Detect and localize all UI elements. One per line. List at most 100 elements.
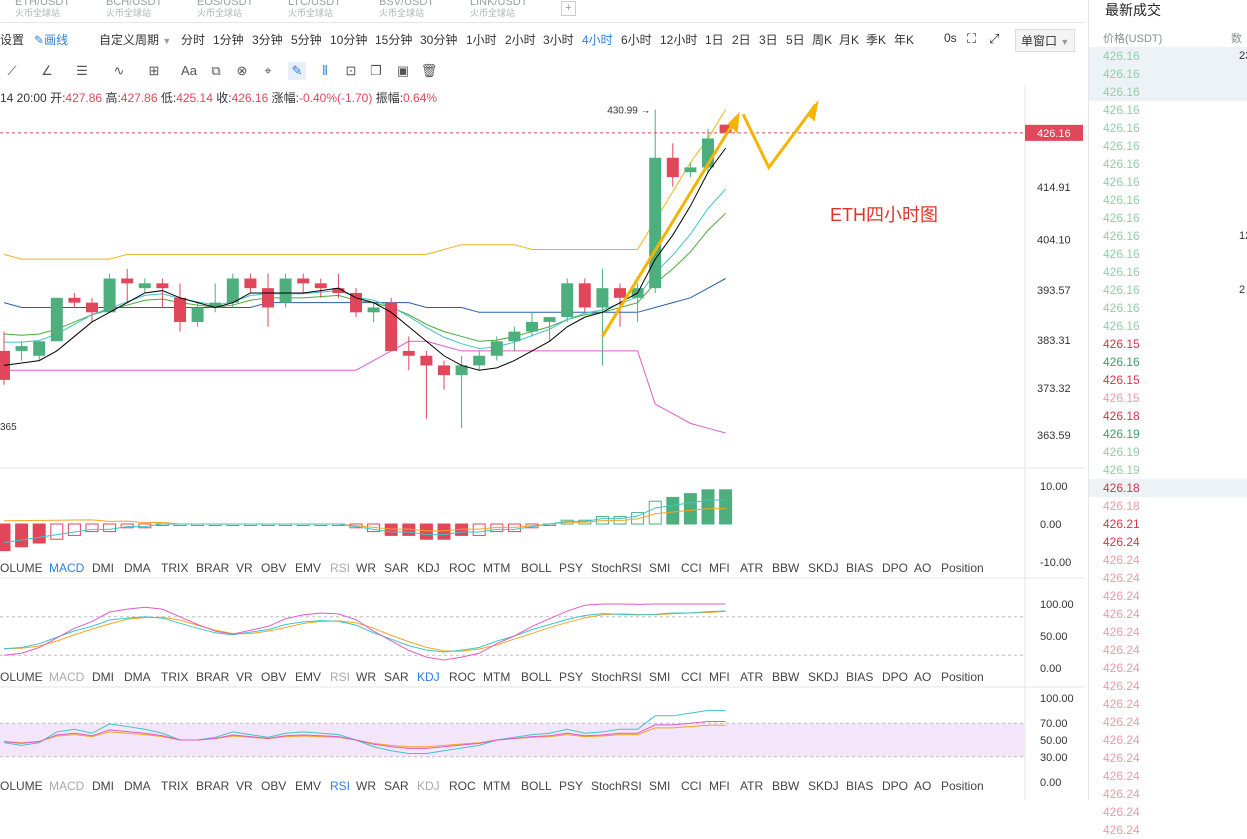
- indicator-tab-roc[interactable]: ROC: [449, 561, 476, 575]
- indicator-tab-bias[interactable]: BIAS: [846, 561, 873, 575]
- indicator-tab-olume[interactable]: OLUME: [0, 561, 43, 575]
- indicator-tab-stochrsi[interactable]: StochRSI: [591, 779, 642, 793]
- indicator-tab-skdj[interactable]: SKDJ: [808, 779, 839, 793]
- candle-body: [596, 288, 609, 308]
- indicator-tab-smi[interactable]: SMI: [649, 561, 670, 575]
- trade-price: 426.24: [1103, 607, 1140, 621]
- indicator-tab-emv[interactable]: EMV: [295, 779, 321, 793]
- indicator-tab-sar[interactable]: SAR: [384, 561, 409, 575]
- indicator-tab-boll[interactable]: BOLL: [521, 779, 552, 793]
- boll-upper-line: [3, 109, 727, 260]
- price-tick-label: 404.10: [1037, 234, 1071, 246]
- indicator-tab-atr[interactable]: ATR: [740, 561, 763, 575]
- indicator-tab-wr[interactable]: WR: [356, 561, 376, 575]
- indicator-tab-mtm[interactable]: MTM: [483, 779, 510, 793]
- indicator-tab-dmi[interactable]: DMI: [92, 779, 114, 793]
- indicator-tab-dma[interactable]: DMA: [124, 779, 151, 793]
- indicator-tab-brar[interactable]: BRAR: [196, 779, 229, 793]
- indicator-tab-cci[interactable]: CCI: [681, 561, 702, 575]
- indicator-tab-psy[interactable]: PSY: [559, 779, 583, 793]
- indicator-tab-cci[interactable]: CCI: [681, 670, 702, 684]
- indicator-tab-dpo[interactable]: DPO: [882, 670, 908, 684]
- indicator-tab-stochrsi[interactable]: StochRSI: [591, 670, 642, 684]
- indicator-tab-mfi[interactable]: MFI: [709, 670, 730, 684]
- trade-row: 426.24: [1089, 659, 1247, 677]
- trade-row: 426.24: [1089, 677, 1247, 695]
- indicator-tab-obv[interactable]: OBV: [261, 779, 286, 793]
- indicator-tab-vr[interactable]: VR: [236, 779, 253, 793]
- indicator-tab-kdj[interactable]: KDJ: [417, 561, 440, 575]
- indicator-tab-bias[interactable]: BIAS: [846, 670, 873, 684]
- indicator-tab-wr[interactable]: WR: [356, 779, 376, 793]
- indicator-tab-bbw[interactable]: BBW: [772, 670, 799, 684]
- kdj-j-line: [3, 603, 726, 661]
- trade-row: 426.24: [1089, 587, 1247, 605]
- candle-body: [508, 331, 521, 342]
- indicator-tab-sar[interactable]: SAR: [384, 670, 409, 684]
- indicator-tab-smi[interactable]: SMI: [649, 779, 670, 793]
- indicator-tab-emv[interactable]: EMV: [295, 670, 321, 684]
- indicator-tab-psy[interactable]: PSY: [559, 670, 583, 684]
- indicator-tab-skdj[interactable]: SKDJ: [808, 561, 839, 575]
- indicator-tab-brar[interactable]: BRAR: [196, 670, 229, 684]
- indicator-tab-trix[interactable]: TRIX: [161, 779, 188, 793]
- indicator-tab-roc[interactable]: ROC: [449, 670, 476, 684]
- indicator-tab-macd[interactable]: MACD: [49, 561, 84, 575]
- indicator-tab-dmi[interactable]: DMI: [92, 561, 114, 575]
- indicator-tab-roc[interactable]: ROC: [449, 779, 476, 793]
- indicator-tab-trix[interactable]: TRIX: [161, 670, 188, 684]
- indicator-tab-emv[interactable]: EMV: [295, 561, 321, 575]
- candle-body: [103, 278, 116, 313]
- indicator-tab-dma[interactable]: DMA: [124, 670, 151, 684]
- kdj-axis-label: 100.00: [1040, 599, 1074, 611]
- indicator-tab-skdj[interactable]: SKDJ: [808, 670, 839, 684]
- ma5-line: [3, 147, 727, 371]
- indicator-tab-rsi[interactable]: RSI: [330, 779, 350, 793]
- indicator-tab-boll[interactable]: BOLL: [521, 670, 552, 684]
- indicator-tab-mfi[interactable]: MFI: [709, 779, 730, 793]
- trade-row: 426.24: [1089, 533, 1247, 551]
- indicator-tab-boll[interactable]: BOLL: [521, 561, 552, 575]
- indicator-tab-cci[interactable]: CCI: [681, 779, 702, 793]
- indicator-tab-position[interactable]: Position: [941, 561, 984, 575]
- indicator-tab-bbw[interactable]: BBW: [772, 561, 799, 575]
- indicator-tab-dmi[interactable]: DMI: [92, 670, 114, 684]
- indicator-tab-psy[interactable]: PSY: [559, 561, 583, 575]
- indicator-tab-macd[interactable]: MACD: [49, 779, 84, 793]
- indicator-tab-dpo[interactable]: DPO: [882, 561, 908, 575]
- indicator-tab-dpo[interactable]: DPO: [882, 779, 908, 793]
- indicator-tab-ao[interactable]: AO: [914, 561, 931, 575]
- indicator-tab-obv[interactable]: OBV: [261, 561, 286, 575]
- indicator-tab-ao[interactable]: AO: [914, 779, 931, 793]
- indicator-tab-vr[interactable]: VR: [236, 670, 253, 684]
- indicator-tab-obv[interactable]: OBV: [261, 670, 286, 684]
- indicator-tab-atr[interactable]: ATR: [740, 670, 763, 684]
- indicator-tab-sar[interactable]: SAR: [384, 779, 409, 793]
- indicator-tab-mtm[interactable]: MTM: [483, 670, 510, 684]
- indicator-tab-kdj[interactable]: KDJ: [417, 670, 440, 684]
- indicator-tab-olume[interactable]: OLUME: [0, 779, 43, 793]
- indicator-tab-position[interactable]: Position: [941, 670, 984, 684]
- indicator-tab-smi[interactable]: SMI: [649, 670, 670, 684]
- indicator-tab-brar[interactable]: BRAR: [196, 561, 229, 575]
- indicator-tab-macd[interactable]: MACD: [49, 670, 84, 684]
- trade-row: 426.24: [1089, 641, 1247, 659]
- indicator-tab-rsi[interactable]: RSI: [330, 561, 350, 575]
- indicator-tab-trix[interactable]: TRIX: [161, 561, 188, 575]
- indicator-tab-kdj[interactable]: KDJ: [417, 779, 440, 793]
- indicator-tab-atr[interactable]: ATR: [740, 779, 763, 793]
- indicator-tab-ao[interactable]: AO: [914, 670, 931, 684]
- trade-row: 426.16: [1089, 245, 1247, 263]
- indicator-tab-olume[interactable]: OLUME: [0, 670, 43, 684]
- kdj-k-line: [3, 610, 726, 653]
- indicator-tab-wr[interactable]: WR: [356, 670, 376, 684]
- indicator-tab-dma[interactable]: DMA: [124, 561, 151, 575]
- indicator-tab-position[interactable]: Position: [941, 779, 984, 793]
- indicator-tab-bbw[interactable]: BBW: [772, 779, 799, 793]
- indicator-tab-bias[interactable]: BIAS: [846, 779, 873, 793]
- indicator-tab-stochrsi[interactable]: StochRSI: [591, 561, 642, 575]
- indicator-tab-vr[interactable]: VR: [236, 561, 253, 575]
- indicator-tab-rsi[interactable]: RSI: [330, 670, 350, 684]
- indicator-tab-mtm[interactable]: MTM: [483, 561, 510, 575]
- indicator-tab-mfi[interactable]: MFI: [709, 561, 730, 575]
